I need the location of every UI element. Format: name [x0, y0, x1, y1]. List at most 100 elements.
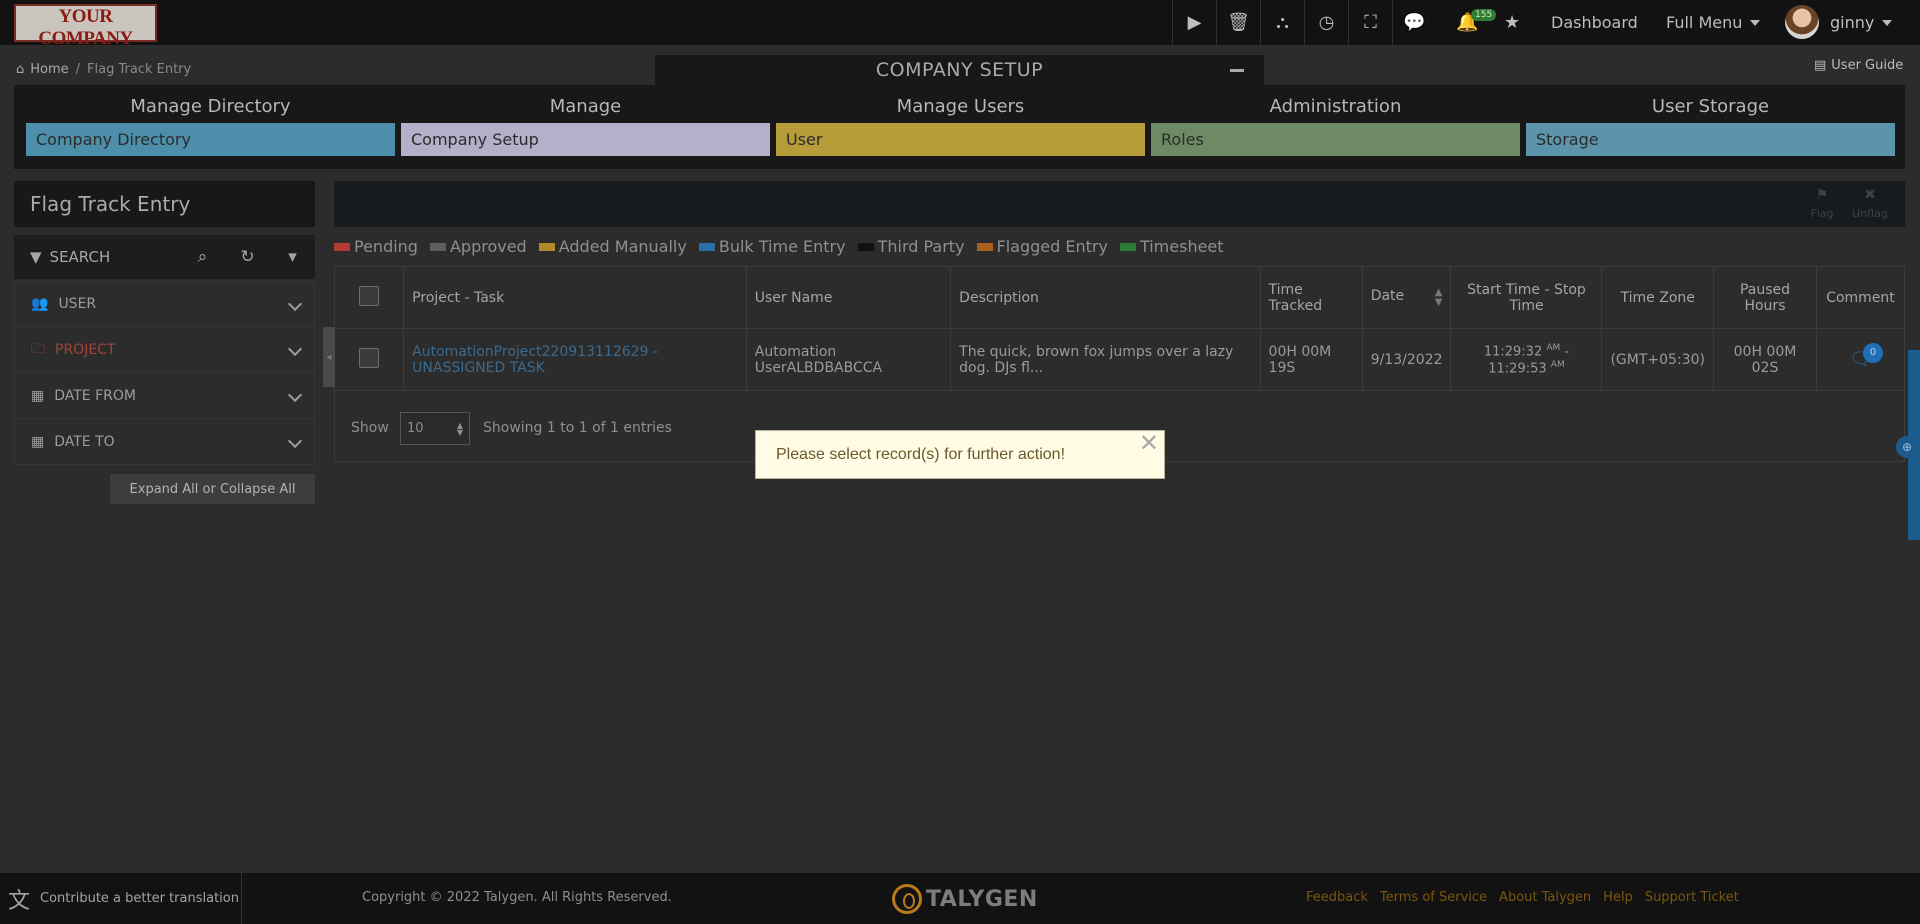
flag-icon: ⚑ — [1815, 187, 1829, 203]
filter-label: DATE FROM — [54, 387, 136, 404]
trash-icon[interactable]: 🗑 — [1216, 0, 1260, 45]
cell-paused-hours: 00H 00M 02S — [1712, 328, 1818, 391]
footer-bar: 文 Contribute a better translation Copyri… — [0, 873, 1920, 924]
translate-link[interactable]: 文 Contribute a better translation — [0, 873, 242, 924]
column-user-name[interactable]: User Name — [745, 266, 952, 329]
legend-swatch — [538, 242, 555, 251]
column-comment[interactable]: Comment — [1816, 266, 1905, 329]
translate-icon: 文 — [8, 888, 31, 914]
footer-link-support[interactable]: Support Ticket — [1645, 890, 1739, 905]
expand-collapse-button[interactable]: Expand All or Collapse All — [110, 474, 315, 504]
copyright-text: Copyright © 2022 Talygen. All Rights Res… — [362, 890, 672, 905]
main-header: ⚑ Flag ✖ Unflag — [334, 181, 1905, 227]
setup-item-user[interactable]: User — [776, 123, 1145, 156]
setup-column-users: Manage Users User — [776, 85, 1145, 156]
calendar-icon: ▦ — [31, 433, 45, 450]
flag-button[interactable]: ⚑ Flag — [1802, 187, 1842, 220]
page-size-value: 10 — [407, 421, 424, 436]
filter-date-from[interactable]: ▦ DATE FROM — [14, 373, 315, 419]
column-time-zone[interactable]: Time Zone — [1601, 266, 1714, 329]
flag-label: Flag — [1810, 207, 1834, 220]
search-toggle[interactable]: ▼ SEARCH — [14, 235, 180, 279]
column-project-task[interactable]: Project - Task — [403, 266, 747, 329]
search-icon[interactable]: ⌕ — [180, 235, 225, 279]
setup-column-directory: Manage Directory Company Directory — [26, 85, 395, 156]
user-guide-link[interactable]: ▤ User Guide — [1814, 58, 1903, 73]
unflag-button[interactable]: ✖ Unflag — [1850, 187, 1890, 220]
column-date-label: Date — [1370, 287, 1405, 304]
legend-item: Bulk Time Entry — [698, 237, 846, 256]
column-paused-hours[interactable]: Paused Hours — [1712, 266, 1818, 329]
toolbar-icons: ▶ 🗑 ⛬ ◷ ⛶ 💬 — [1172, 0, 1436, 45]
caret-down-icon[interactable]: ▾ — [270, 235, 315, 279]
column-description[interactable]: Description — [950, 266, 1261, 329]
footer-link-about[interactable]: About Talygen — [1499, 890, 1591, 905]
show-label: Show — [351, 420, 389, 436]
cell-time-tracked: 00H 00M 19S — [1259, 328, 1363, 391]
footer-link-terms[interactable]: Terms of Service — [1380, 890, 1487, 905]
filter-list: 👥 USER 🗀 PROJECT ▦ DATE FROM ▦ DATE TO — [14, 281, 315, 465]
page-size-select[interactable]: 10 ▲ ▼ — [400, 412, 470, 445]
column-start-stop[interactable]: Start Time - Stop Time — [1450, 266, 1603, 329]
collapse-handle[interactable]: ◂ — [323, 327, 335, 387]
setup-item-company-directory[interactable]: Company Directory — [26, 123, 395, 156]
avatar[interactable] — [1785, 5, 1819, 39]
filter-date-to[interactable]: ▦ DATE TO — [14, 419, 315, 465]
legend-item: Third Party — [857, 237, 965, 256]
select-all-cell — [333, 266, 405, 329]
column-date[interactable]: Date ▲ ▼ — [1361, 266, 1452, 329]
chevron-down-icon — [287, 296, 303, 312]
footer-link-help[interactable]: Help — [1603, 890, 1633, 905]
page-title: Flag Track Entry — [14, 181, 315, 227]
setup-item-company-setup[interactable]: Company Setup — [401, 123, 770, 156]
filter-label: PROJECT — [55, 341, 116, 358]
legend-label: Added Manually — [558, 237, 687, 256]
chat-icon[interactable]: 💬 — [1392, 0, 1436, 45]
filter-user[interactable]: 👥 USER — [14, 281, 315, 327]
status-legend: Pending Approved Added Manually Bulk Tim… — [334, 237, 1224, 256]
row-checkbox[interactable] — [359, 347, 380, 368]
stop-ampm: AM — [1550, 359, 1565, 370]
row-select-cell — [333, 328, 405, 391]
comment-icon[interactable]: 🗨 0 — [1849, 343, 1884, 370]
footer-link-feedback[interactable]: Feedback — [1306, 890, 1368, 905]
dashboard-link[interactable]: Dashboard — [1551, 0, 1638, 45]
minimize-icon[interactable] — [1230, 69, 1244, 72]
setup-column-manage: Manage Company Setup — [401, 85, 770, 156]
setup-column-administration: Administration Roles — [1151, 85, 1520, 156]
company-logo[interactable]: YOUR COMPANY LOGO HERE — [14, 4, 157, 58]
alert-message: Please select record(s) for further acti… — [776, 446, 1066, 463]
breadcrumb-current: Flag Track Entry — [87, 61, 192, 77]
book-icon: ▤ — [1814, 58, 1827, 73]
cell-start-stop: 11:29:32 AM - 11:29:53 AM — [1450, 328, 1603, 391]
legend-swatch — [857, 242, 874, 251]
setup-panel: Manage Directory Company Directory Manag… — [14, 85, 1905, 169]
play-icon[interactable]: ▶ — [1172, 0, 1216, 45]
legend-item: Added Manually — [538, 237, 687, 256]
select-all-checkbox[interactable] — [359, 285, 380, 306]
sort-icon[interactable]: ▲ ▼ — [1435, 287, 1443, 308]
setup-item-roles[interactable]: Roles — [1151, 123, 1520, 156]
close-icon[interactable]: ✕ — [1139, 431, 1159, 455]
user-menu[interactable]: ginny — [1830, 0, 1893, 45]
full-menu-dropdown[interactable]: Full Menu — [1666, 0, 1761, 45]
bell-icon[interactable]: 🔔 — [1456, 0, 1478, 45]
table-header-row: Project - Task User Name Description Tim… — [333, 266, 1905, 329]
fullscreen-icon[interactable]: ⛶ — [1348, 0, 1392, 45]
column-time-tracked[interactable]: Time Tracked — [1259, 266, 1363, 329]
chevron-down-icon — [287, 341, 303, 357]
org-chart-icon[interactable]: ⛬ — [1260, 0, 1304, 45]
refresh-icon[interactable]: ↻ — [225, 235, 270, 279]
company-setup-tab[interactable]: COMPANY SETUP — [655, 55, 1264, 85]
filter-icon: ▼ — [30, 248, 42, 266]
chevron-down-icon — [287, 387, 303, 403]
project-task-link[interactable]: AutomationProject220913112629 - UNASSIGN… — [403, 328, 747, 391]
table-row: AutomationProject220913112629 - UNASSIGN… — [333, 328, 1905, 391]
breadcrumb-home[interactable]: Home — [30, 62, 68, 77]
brand-name: TALYGEN — [926, 886, 1038, 912]
setup-item-storage[interactable]: Storage — [1526, 123, 1895, 156]
expand-drawer-icon[interactable]: ⊕ — [1896, 436, 1918, 458]
filter-project[interactable]: 🗀 PROJECT — [14, 327, 315, 373]
clock-icon[interactable]: ◷ — [1304, 0, 1348, 45]
star-icon[interactable]: ★ — [1504, 0, 1520, 45]
